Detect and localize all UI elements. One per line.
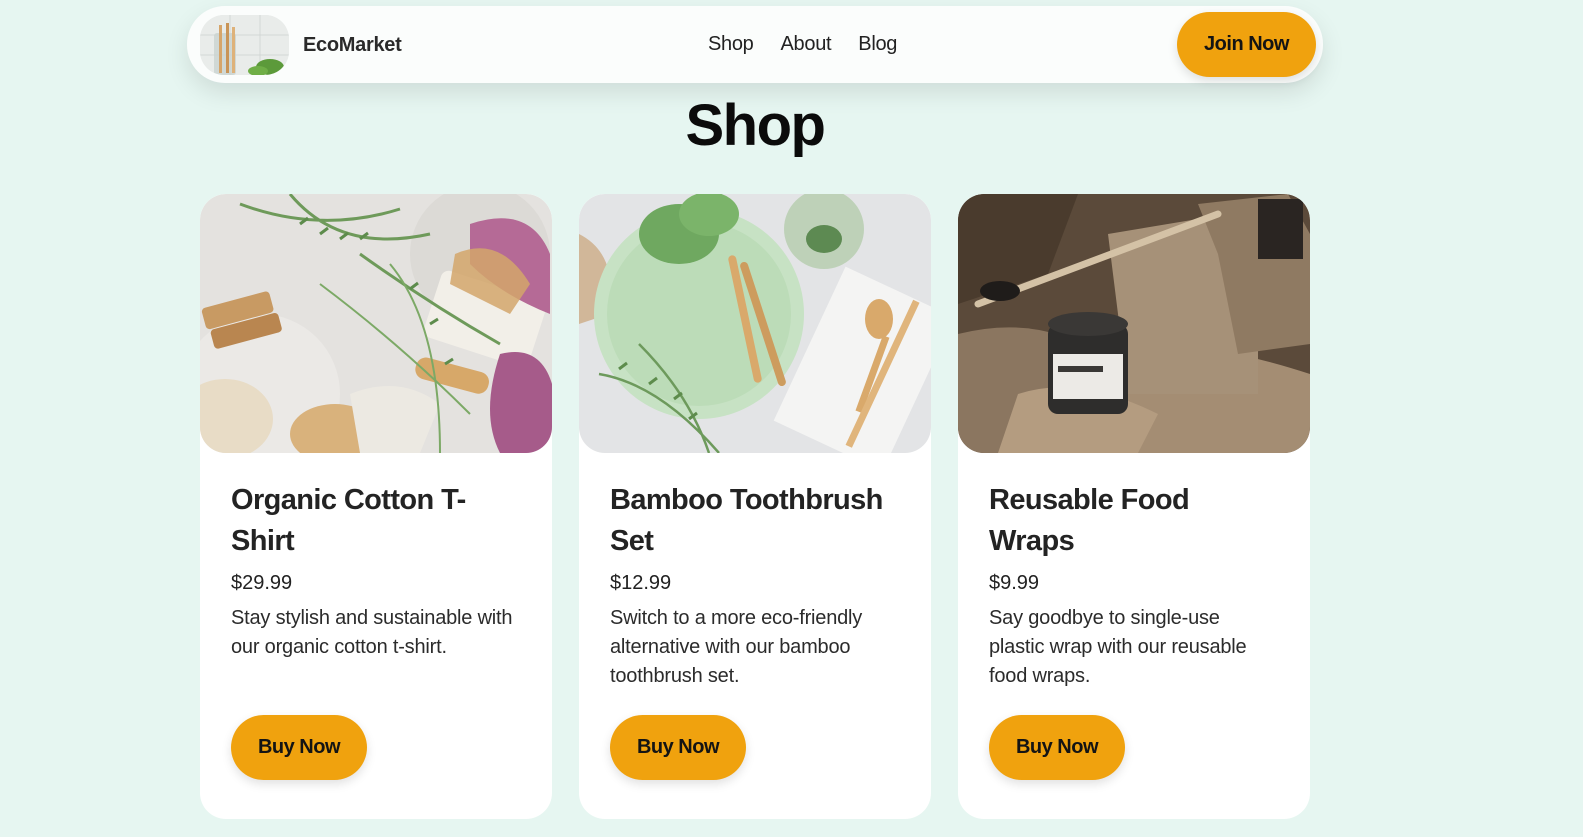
product-description: Switch to a more eco-friendly alternativ… <box>610 607 863 687</box>
product-image <box>579 194 931 453</box>
product-image <box>958 194 1310 453</box>
product-card-body: Organic Cotton T-Shirt $29.99 Stay styli… <box>200 453 552 662</box>
top-navbar: EcoMarket Shop About Blog Join Now <box>187 6 1323 83</box>
product-description: Stay stylish and sustainable with our or… <box>231 607 513 658</box>
product-price: $9.99 <box>989 572 1040 594</box>
product-price: $29.99 <box>231 572 293 594</box>
product-card: Bamboo Toothbrush Set $12.99 Switch to a… <box>579 194 931 819</box>
product-card-body: Reusable Food Wraps $9.99 Say goodbye to… <box>958 453 1310 691</box>
buy-now-button[interactable]: Buy Now <box>989 715 1125 780</box>
product-card: Organic Cotton T-Shirt $29.99 Stay styli… <box>200 194 552 819</box>
product-title: Reusable Food Wraps <box>989 484 1190 557</box>
page-title: Shop <box>685 93 826 158</box>
join-now-button[interactable]: Join Now <box>1177 12 1316 77</box>
nav-link-about[interactable]: About <box>781 33 832 56</box>
buy-now-button[interactable]: Buy Now <box>610 715 746 780</box>
product-card: Reusable Food Wraps $9.99 Say goodbye to… <box>958 194 1310 819</box>
logo-image[interactable] <box>200 15 289 75</box>
nav-link-shop[interactable]: Shop <box>708 33 754 56</box>
product-title: Bamboo Toothbrush Set <box>610 484 883 557</box>
brand-name[interactable]: EcoMarket <box>303 34 402 57</box>
product-title: Organic Cotton T-Shirt <box>231 484 466 557</box>
nav-link-blog[interactable]: Blog <box>858 33 897 56</box>
product-card-body: Bamboo Toothbrush Set $12.99 Switch to a… <box>579 453 931 691</box>
product-image <box>200 194 552 453</box>
nav-links: Shop About Blog <box>708 33 897 56</box>
buy-now-button[interactable]: Buy Now <box>231 715 367 780</box>
product-description: Say goodbye to single-use plastic wrap w… <box>989 607 1247 687</box>
product-price: $12.99 <box>610 572 672 594</box>
